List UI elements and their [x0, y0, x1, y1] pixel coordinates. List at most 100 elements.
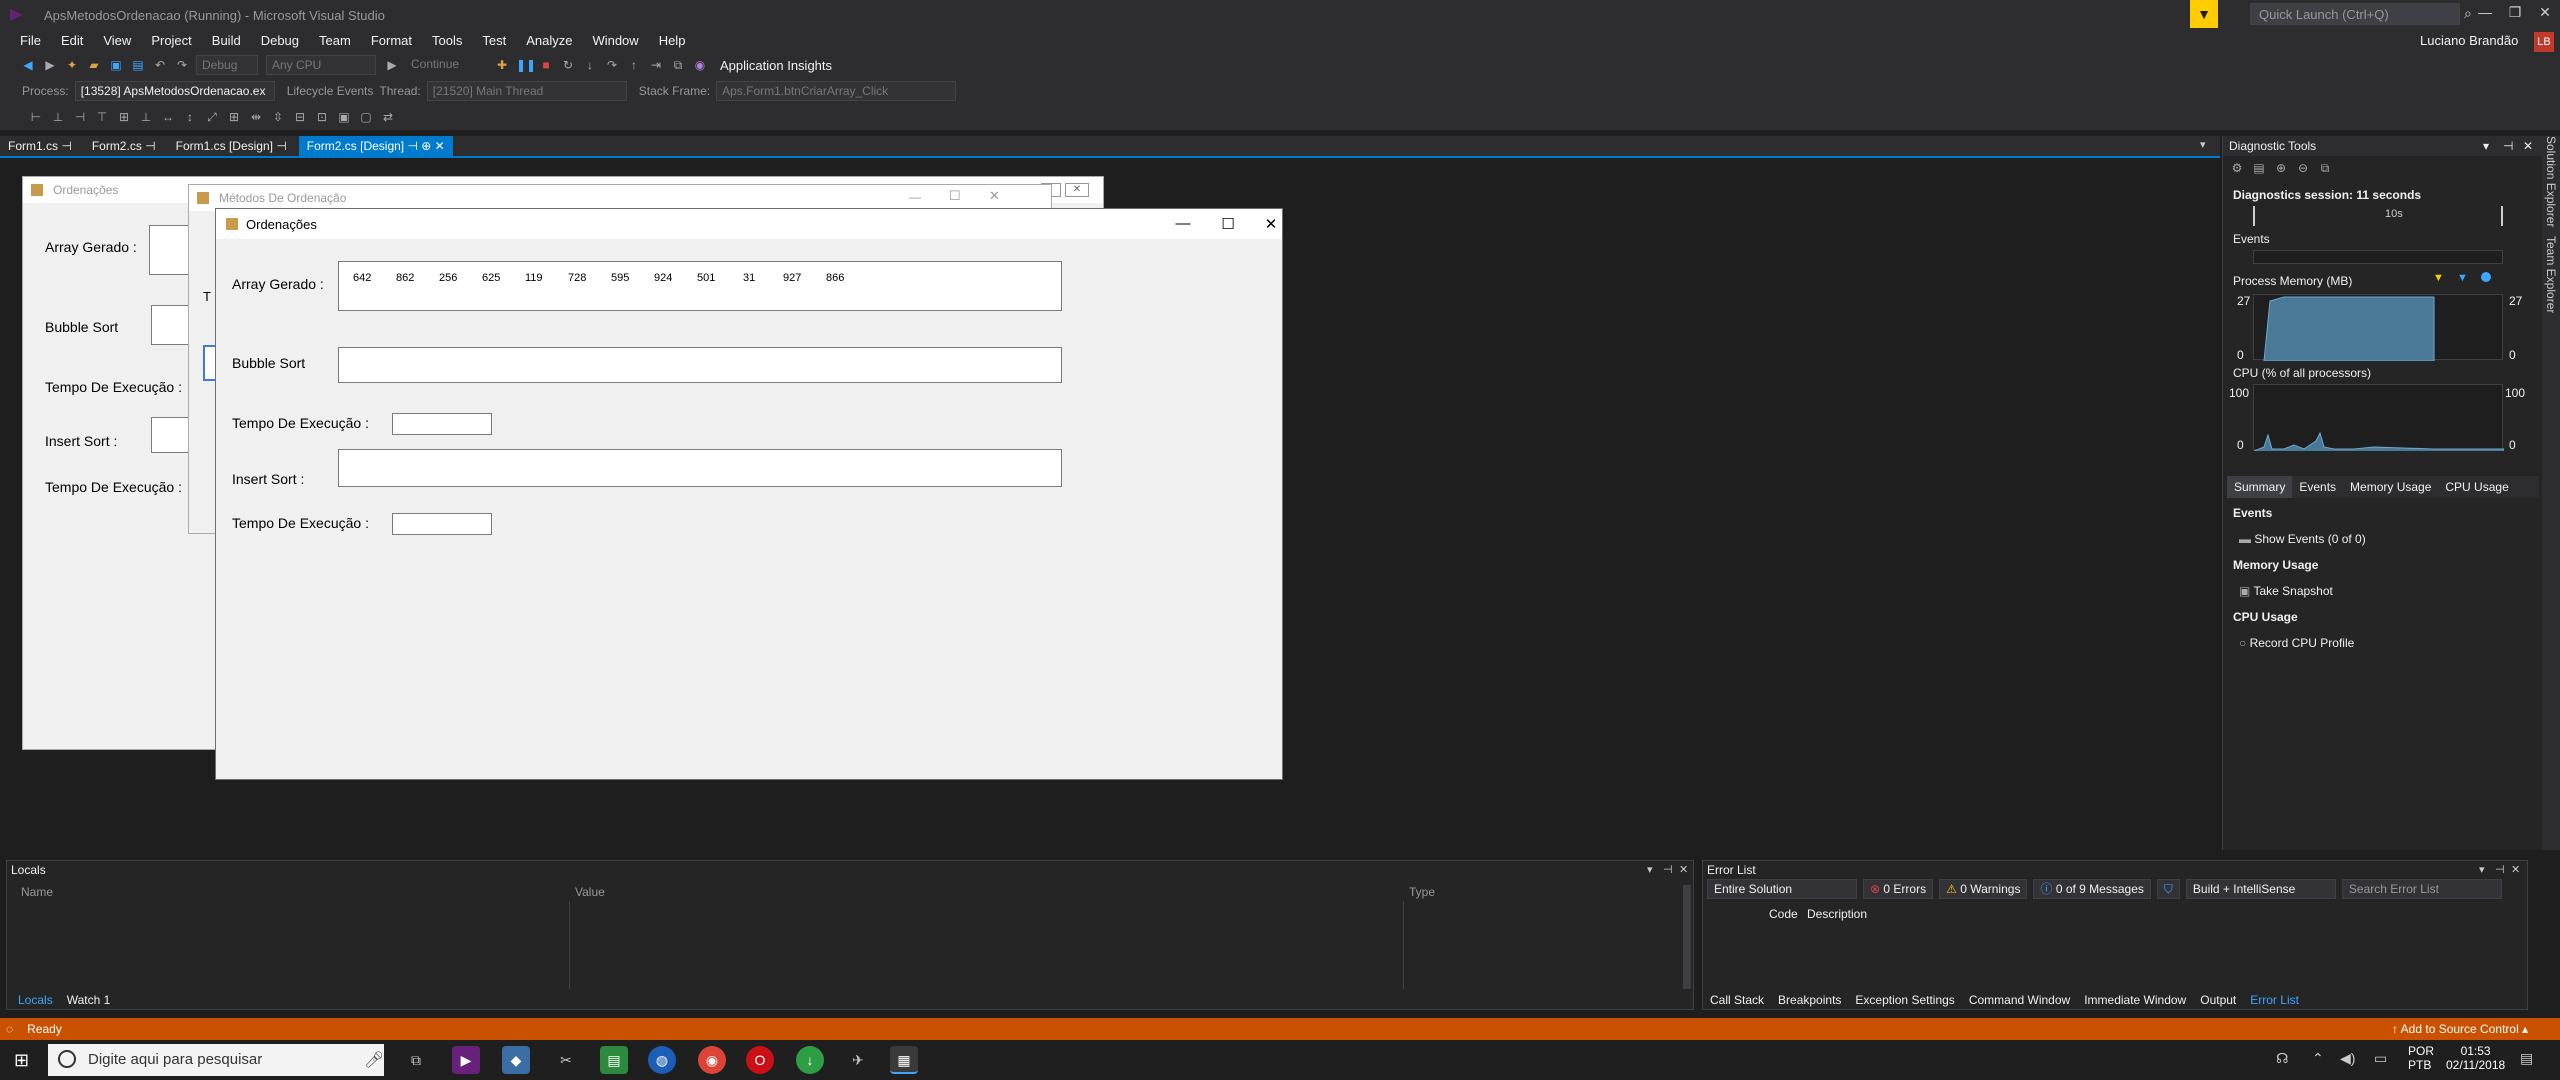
stop-icon[interactable]: ■ [538, 57, 554, 73]
locals-col-value[interactable]: Value [575, 885, 605, 899]
locals-scrollbar[interactable] [1683, 885, 1691, 989]
save-icon[interactable]: ▣ [108, 57, 124, 73]
source-control-button[interactable]: ↑ Add to Source Control ▴ [2392, 1022, 2528, 1036]
process-select[interactable]: [13528] ApsMetodosOrdenacao.ex [74, 81, 275, 101]
design2-maximize-icon[interactable]: ☐ [949, 188, 961, 204]
center-h-icon[interactable]: ⊟ [292, 109, 308, 125]
tab-form2-design[interactable]: Form2.cs [Design] ⊣ ⊕ ✕ [298, 136, 453, 156]
lifecycle-events-button[interactable]: Lifecycle Events [287, 84, 374, 98]
diag-zoom-out-icon[interactable]: ⊖ [2295, 160, 2311, 176]
volume-icon[interactable]: ◀) [2340, 1050, 2355, 1067]
errlist-search-input[interactable]: Search Error List [2341, 879, 2502, 899]
errlist-dropdown-icon[interactable]: ▾ [2479, 863, 2485, 876]
file-app-icon[interactable]: ▤ [600, 1046, 628, 1074]
send-back-icon[interactable]: ▢ [358, 109, 374, 125]
errlist-col-code[interactable]: Code [1769, 907, 1798, 921]
center-v-icon[interactable]: ⊡ [314, 109, 330, 125]
avatar[interactable]: LB [2534, 32, 2554, 52]
errlist-pin-icon[interactable]: ⊣ [2495, 863, 2505, 876]
locals-dropdown-icon[interactable]: ▾ [1647, 863, 1653, 876]
step-over-icon[interactable]: ↷ [604, 57, 620, 73]
stack-frame-select[interactable]: Aps.Form1.btnCriarArray_Click [716, 81, 957, 101]
tempo-bubble-textbox[interactable] [392, 413, 492, 435]
tab-exception-settings[interactable]: Exception Settings [1848, 991, 1961, 1009]
notification-icon[interactable]: ▤ [2520, 1050, 2533, 1067]
people-icon[interactable]: ☊ [2276, 1050, 2288, 1067]
diag-dropdown-icon[interactable]: ▾ [2483, 136, 2489, 156]
taskbar-search-input[interactable]: Digite aqui para pesquisar [48, 1044, 384, 1076]
tab-call-stack[interactable]: Call Stack [1703, 991, 1771, 1009]
menu-test[interactable]: Test [472, 30, 516, 52]
platform-select[interactable]: Any CPU [266, 55, 376, 75]
attach-icon[interactable]: ✚ [494, 57, 510, 73]
tab-error-list[interactable]: Error List [2243, 991, 2306, 1009]
runform-title-bar[interactable]: Ordenações — ☐ ✕ [216, 209, 1282, 239]
diag-zoom-in-icon[interactable]: ⊕ [2273, 160, 2289, 176]
step-into-icon[interactable]: ↓ [582, 57, 598, 73]
menu-view[interactable]: View [93, 30, 141, 52]
tab-form1-design[interactable]: Form1.cs [Design] ⊣ [168, 136, 295, 156]
runform-close-icon[interactable]: ✕ [1256, 215, 1286, 233]
same-size-icon[interactable]: ⤢ [204, 109, 220, 125]
same-width-icon[interactable]: ↔ [160, 109, 176, 125]
restart-icon[interactable]: ↻ [560, 57, 576, 73]
tab-summary[interactable]: Summary [2227, 476, 2293, 498]
bubble-sort-textbox[interactable] [338, 347, 1062, 383]
scope-select[interactable]: Entire Solution [1707, 879, 1857, 899]
thread-select[interactable]: [21520] Main Thread [426, 81, 627, 101]
globe-app-icon[interactable]: ◍ [648, 1046, 676, 1074]
diag-select-tools-icon[interactable]: ▤ [2251, 160, 2267, 176]
open-file-icon[interactable]: ▰ [86, 57, 102, 73]
runform-maximize-icon[interactable]: ☐ [1213, 215, 1243, 233]
new-project-icon[interactable]: ✦ [64, 57, 80, 73]
take-snapshot-link[interactable]: ▣ Take Snapshot [2239, 584, 2333, 598]
cpu-graph[interactable] [2253, 384, 2505, 452]
array-textbox[interactable]: 642 862 256 625 119 728 595 924 501 31 9… [338, 261, 1062, 311]
tab-form2-cs[interactable]: Form2.cs ⊣ [84, 136, 164, 156]
tab-command-window[interactable]: Command Window [1962, 991, 2077, 1009]
running-form-window[interactable]: Ordenações — ☐ ✕ Array Gerado : 642 862 … [215, 208, 1283, 780]
design2-close-icon[interactable]: ✕ [989, 188, 1000, 204]
redo-icon[interactable]: ↷ [174, 57, 190, 73]
language-indicator[interactable]: POR PTB [2408, 1044, 2434, 1072]
tab-events[interactable]: Events [2292, 476, 2343, 498]
running-form-app-icon[interactable]: ▦ [890, 1046, 918, 1074]
tab-memory-usage[interactable]: Memory Usage [2343, 476, 2438, 498]
hex-icon[interactable]: ⧉ [670, 57, 686, 73]
warnings-filter-button[interactable]: ⚠ 0 Warnings [1939, 879, 2028, 899]
hspace-icon[interactable]: ⇹ [248, 109, 264, 125]
solution-explorer-tab[interactable]: Solution Explorer [2544, 136, 2558, 227]
errlist-close-icon[interactable]: ✕ [2511, 863, 2520, 876]
menu-project[interactable]: Project [141, 30, 201, 52]
design2-minimize-icon[interactable]: — [909, 190, 921, 204]
menu-debug[interactable]: Debug [251, 30, 309, 52]
microphone-icon[interactable]: 🎤︎ [364, 1050, 384, 1070]
close-icon[interactable]: ✕ [2530, 4, 2560, 21]
menu-build[interactable]: Build [202, 30, 251, 52]
align-bottom-icon[interactable]: ⊥ [138, 109, 154, 125]
clock[interactable]: 01:53 02/11/2018 [2446, 1044, 2505, 1072]
bring-front-icon[interactable]: ▣ [336, 109, 352, 125]
forward-icon[interactable]: ▶ [42, 57, 58, 73]
tempo-insert-textbox[interactable] [392, 513, 492, 535]
application-insights-button[interactable]: Application Insights [720, 58, 832, 73]
tool-app-icon[interactable]: ✈ [844, 1046, 872, 1074]
lightbulb-icon[interactable]: ◉ [692, 57, 708, 73]
feedback-filter-icon[interactable]: ▼ [2190, 0, 2218, 28]
errlist-col-description[interactable]: Description [1807, 907, 1867, 921]
menu-help[interactable]: Help [649, 30, 696, 52]
undo-icon[interactable]: ↶ [152, 57, 168, 73]
errors-filter-button[interactable]: ⊗ 0 Errors [1863, 879, 1934, 899]
tab-dropdown-icon[interactable]: ▾ [2200, 138, 2206, 151]
menu-edit[interactable]: Edit [51, 30, 93, 52]
same-height-icon[interactable]: ↕ [182, 109, 198, 125]
locals-close-icon[interactable]: ✕ [1679, 863, 1688, 876]
diag-reset-icon[interactable]: ⧉ [2317, 160, 2333, 176]
pause-icon[interactable]: ❚❚ [516, 57, 536, 73]
tab-locals[interactable]: Locals [11, 991, 60, 1009]
align-left-icon[interactable]: ⊢ [28, 109, 44, 125]
tab-breakpoints[interactable]: Breakpoints [1771, 991, 1848, 1009]
align-right-icon[interactable]: ⊣ [72, 109, 88, 125]
locals-col-name[interactable]: Name [21, 885, 53, 899]
vspace-icon[interactable]: ⇳ [270, 109, 286, 125]
